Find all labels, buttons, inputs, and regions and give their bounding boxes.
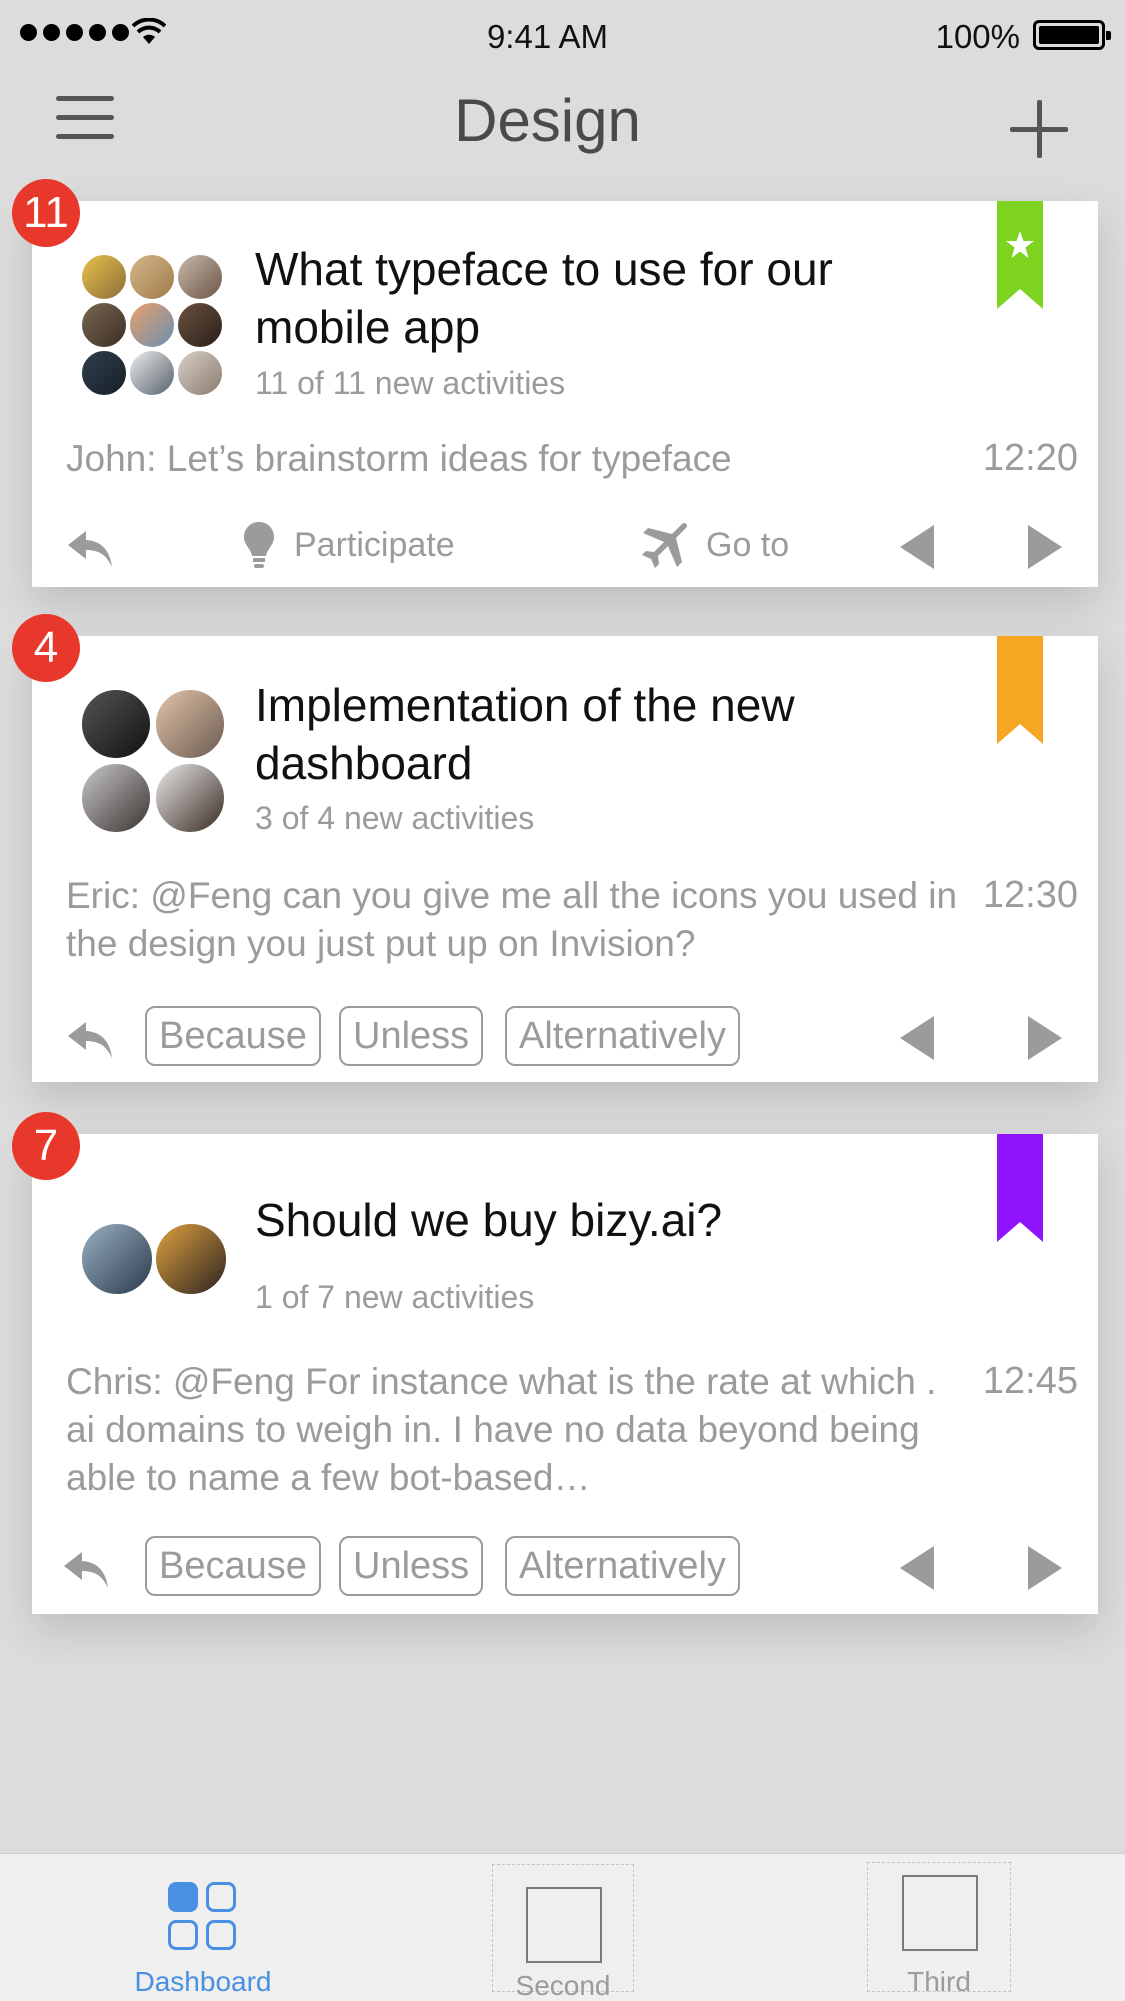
activity-count: 3 of 4 new activities [255, 800, 535, 836]
card-actions: Because Unless Alternatively [32, 1536, 1098, 1596]
conversation-card[interactable]: 11 What typeface to use for our mobile a… [12, 179, 1098, 587]
avatar [128, 253, 176, 301]
status-time: 9:41 AM [486, 18, 609, 55]
because-chip[interactable]: Because [145, 1536, 321, 1596]
reply-icon[interactable] [66, 523, 114, 571]
reply-icon[interactable] [62, 1544, 110, 1592]
lightbulb-icon [244, 522, 274, 568]
reply-icon[interactable] [66, 1014, 114, 1062]
card-title: What typeface to use for our mobile app [255, 243, 833, 353]
previous-arrow-icon[interactable] [898, 523, 936, 571]
card-title: Should we buy bizy.ai? [255, 1194, 723, 1246]
card-title: Implementation of the new dashboard [255, 679, 795, 789]
tab-label: Third [907, 1966, 971, 1997]
message-time: 12:20 [982, 437, 1078, 479]
battery-percentage: 100% [935, 18, 1020, 55]
conversation-card[interactable]: 7 Should we buy bizy.ai? 1 of 7 new acti… [12, 1112, 1098, 1614]
because-chip[interactable]: Because [145, 1006, 321, 1066]
avatar [80, 1222, 154, 1296]
tab-label: Second [515, 1970, 611, 2001]
airplane-icon [642, 522, 688, 568]
avatar [128, 349, 176, 397]
avatar [80, 688, 152, 760]
message-preview: Eric: @Feng can you give me all the icon… [66, 875, 958, 964]
goto-label: Go to [706, 525, 790, 564]
avatar [154, 688, 226, 760]
bookmark-icon[interactable] [997, 1134, 1043, 1242]
avatar [154, 762, 226, 834]
card-actions: Because Unless Alternatively [32, 1006, 1098, 1066]
message-preview: John: Let’s brainstorm ideas for typefac… [66, 438, 732, 479]
avatar [80, 762, 152, 834]
status-bar: 9:41 AM 100% [0, 0, 1125, 70]
participate-label: Participate [294, 525, 455, 564]
activity-count: 11 of 11 new activities [255, 365, 566, 401]
avatar [80, 253, 128, 301]
dashboard-grid-icon [168, 1882, 238, 1952]
tab-dashboard[interactable]: Dashboard [131, 1854, 275, 2001]
add-icon[interactable] [1010, 100, 1068, 158]
participate-button[interactable]: Participate [242, 515, 455, 575]
next-arrow-icon[interactable] [1026, 1014, 1064, 1062]
activity-count: 1 of 7 new activities [255, 1279, 535, 1315]
avatar [80, 349, 128, 397]
message-preview: Chris: @Feng For instance what is the ra… [66, 1361, 937, 1498]
avatar [176, 301, 224, 349]
goto-button[interactable]: Go to [642, 515, 789, 575]
avatar [154, 1222, 228, 1296]
unless-chip[interactable]: Unless [339, 1536, 484, 1596]
conversation-card[interactable]: 4 Implementation of the new dashboard 3 … [12, 614, 1098, 1082]
tab-second[interactable]: Second [492, 1854, 634, 2001]
navigation-bar: Design [0, 70, 1125, 190]
message-time: 12:45 [982, 1360, 1078, 1402]
next-arrow-icon[interactable] [1026, 1544, 1064, 1592]
tab-bar: Dashboard Second Third [0, 1853, 1125, 2001]
avatar [176, 349, 224, 397]
bookmark-star-icon[interactable] [997, 201, 1043, 309]
tab-third[interactable]: Third [867, 1854, 1011, 2001]
bookmark-icon[interactable] [997, 636, 1043, 744]
alternatively-chip[interactable]: Alternatively [505, 1536, 740, 1596]
unread-count-badge: 7 [12, 1112, 80, 1180]
message-time: 12:30 [982, 874, 1078, 916]
alternatively-chip[interactable]: Alternatively [505, 1006, 740, 1066]
previous-arrow-icon[interactable] [898, 1014, 936, 1062]
unread-count-badge: 11 [12, 179, 80, 247]
avatar [176, 253, 224, 301]
unless-chip[interactable]: Unless [339, 1006, 484, 1066]
tab-label: Dashboard [134, 1966, 272, 1997]
next-arrow-icon[interactable] [1026, 523, 1064, 571]
unread-count-badge: 4 [12, 614, 80, 682]
page-title: Design [454, 87, 641, 154]
avatar [80, 301, 128, 349]
avatar [128, 301, 176, 349]
battery-icon [1033, 20, 1111, 50]
card-actions: Participate Go to [32, 515, 1098, 575]
previous-arrow-icon[interactable] [898, 1544, 936, 1592]
